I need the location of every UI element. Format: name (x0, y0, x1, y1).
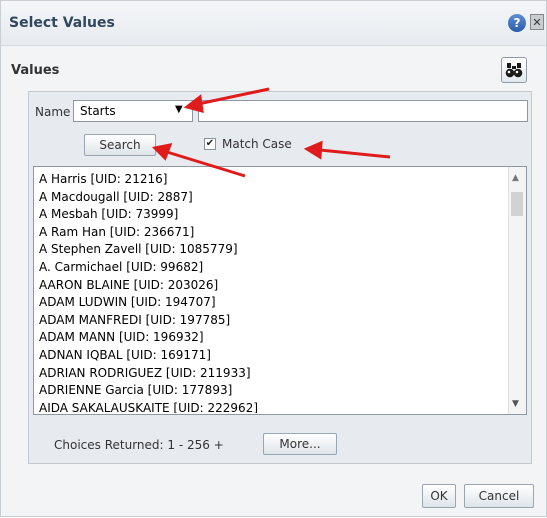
list-item[interactable]: ADAM MANFREDI [UID: 197785] (39, 312, 499, 330)
dialog-titlebar: Select Values ? ✕ (1, 1, 546, 46)
list-item[interactable]: ADAM LUDWIN [UID: 194707] (39, 294, 499, 312)
list-item[interactable]: A. Carmichael [UID: 99682] (39, 259, 499, 277)
list-item[interactable]: ADRIAN RODRIGUEZ [UID: 211933] (39, 365, 499, 383)
dropdown-arrow-icon[interactable]: ▼ (175, 104, 183, 115)
list-item[interactable]: A Mesbah [UID: 73999] (39, 206, 499, 224)
list-item[interactable]: AARON BLAINE [UID: 203026] (39, 277, 499, 295)
close-icon[interactable]: ✕ (530, 14, 544, 30)
search-button[interactable]: Search (84, 134, 156, 156)
select-values-dialog: Select Values ? ✕ Values Name Starts ▼ S… (0, 0, 547, 517)
match-case-checkbox[interactable]: ✔ (204, 138, 216, 150)
list-item[interactable]: A Harris [UID: 21216] (39, 171, 499, 189)
ok-button[interactable]: OK (422, 484, 456, 508)
dialog-title: Select Values (9, 15, 115, 31)
help-icon[interactable]: ? (508, 14, 526, 32)
cancel-button[interactable]: Cancel (464, 484, 534, 508)
choices-returned-text: Choices Returned: 1 - 256 + (54, 438, 224, 452)
scroll-thumb[interactable] (511, 192, 523, 216)
values-listbox[interactable]: A Harris [UID: 21216] A Macdougall [UID: … (33, 166, 527, 415)
values-list: A Harris [UID: 21216] A Macdougall [UID: … (39, 171, 499, 413)
scroll-down-icon[interactable]: ▼ (512, 399, 519, 409)
operator-select[interactable]: Starts ▼ (73, 100, 193, 122)
scroll-up-icon[interactable]: ▲ (512, 173, 519, 183)
search-input[interactable] (198, 100, 528, 122)
more-button[interactable]: More... (263, 433, 337, 455)
list-item[interactable]: A Stephen Zavell [UID: 1085779] (39, 241, 499, 259)
name-label: Name (35, 105, 71, 119)
list-item[interactable]: A Macdougall [UID: 2887] (39, 189, 499, 207)
list-item[interactable]: A Ram Han [UID: 236671] (39, 224, 499, 242)
binoculars-icon[interactable] (501, 57, 527, 83)
match-case-label: Match Case (222, 137, 292, 151)
list-scrollbar[interactable]: ▲ ▼ (508, 167, 526, 414)
list-item[interactable]: AIDA SAKALAUSKAITE [UID: 222962] (39, 400, 499, 413)
list-item[interactable]: ADRIENNE Garcia [UID: 177893] (39, 382, 499, 400)
list-item[interactable]: ADAM MANN [UID: 196932] (39, 329, 499, 347)
list-item[interactable]: ADNAN IQBAL [UID: 169171] (39, 347, 499, 365)
operator-value: Starts (80, 104, 116, 118)
values-heading: Values (11, 63, 60, 78)
